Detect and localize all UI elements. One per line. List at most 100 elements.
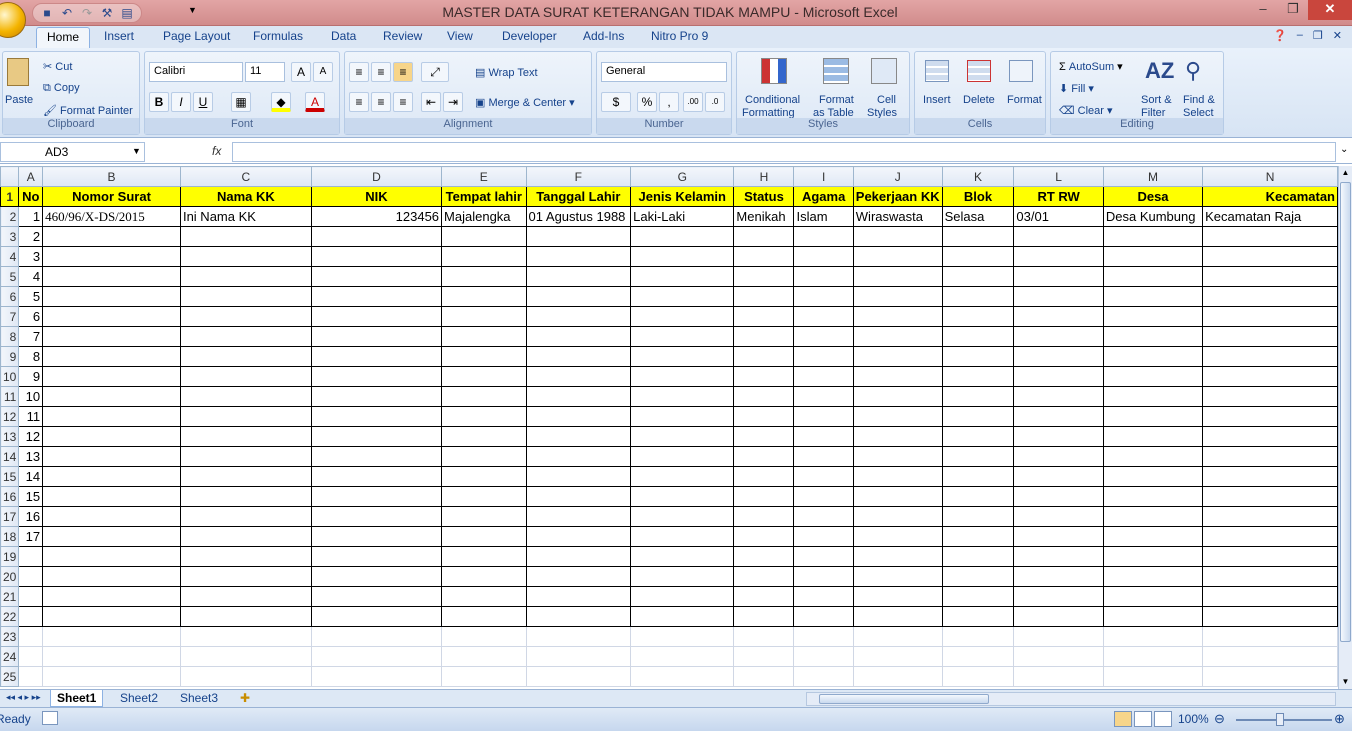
tab-insert[interactable]: Insert [104, 29, 134, 43]
delete-cells-icon[interactable] [967, 60, 991, 82]
horizontal-scrollbar[interactable] [806, 692, 1336, 706]
cell[interactable]: Kecamatan Raja [1202, 206, 1338, 227]
cell[interactable] [941, 326, 1015, 347]
name-box[interactable]: AD3 [0, 142, 145, 162]
cell[interactable] [179, 346, 312, 367]
cell[interactable] [42, 666, 181, 687]
cell[interactable] [793, 306, 854, 327]
cell[interactable] [793, 646, 854, 667]
cell[interactable] [310, 606, 443, 627]
copy-button[interactable]: Copy [54, 82, 80, 94]
cell[interactable] [852, 286, 943, 307]
cell[interactable] [1102, 606, 1204, 627]
scroll-thumb[interactable] [1340, 182, 1351, 642]
cell[interactable] [310, 286, 443, 307]
row-header[interactable]: 20 [0, 566, 20, 587]
cell[interactable] [525, 606, 632, 627]
cell[interactable] [441, 626, 527, 647]
cell[interactable] [310, 246, 443, 267]
cell[interactable] [310, 566, 443, 587]
cell[interactable] [525, 446, 632, 467]
cell[interactable] [852, 546, 943, 567]
percent-icon[interactable]: % [637, 92, 657, 112]
cell[interactable] [733, 286, 795, 307]
cell[interactable] [793, 586, 854, 607]
cell[interactable]: Tempat lahir [441, 186, 527, 207]
cell[interactable] [630, 246, 735, 267]
cell[interactable] [179, 626, 312, 647]
cell[interactable] [630, 326, 735, 347]
row-header[interactable]: 18 [0, 526, 20, 547]
column-header-m[interactable]: M [1102, 166, 1204, 187]
cell[interactable] [42, 606, 181, 627]
row-header[interactable]: 6 [0, 286, 20, 307]
cell[interactable] [733, 506, 795, 527]
cell[interactable] [42, 406, 181, 427]
cell[interactable]: Desa [1102, 186, 1204, 207]
cell[interactable] [852, 306, 943, 327]
cell[interactable] [1013, 446, 1104, 467]
cell[interactable] [179, 546, 312, 567]
cell[interactable] [1102, 506, 1204, 527]
cell[interactable] [42, 446, 181, 467]
row-header[interactable]: 10 [0, 366, 20, 387]
cell[interactable]: 01 Agustus 1988 [525, 206, 632, 227]
cell[interactable]: Menikah [733, 206, 795, 227]
cell[interactable] [1102, 666, 1204, 687]
cell[interactable] [310, 326, 443, 347]
cell[interactable] [1202, 406, 1338, 427]
cell[interactable] [179, 366, 312, 387]
cell[interactable] [1013, 506, 1104, 527]
cell[interactable] [42, 226, 181, 247]
cell[interactable]: 14 [18, 466, 44, 487]
cell[interactable] [733, 406, 795, 427]
cell[interactable] [441, 586, 527, 607]
cell[interactable] [1202, 266, 1338, 287]
cell[interactable] [941, 466, 1015, 487]
cell[interactable] [852, 366, 943, 387]
sheet-tab-1[interactable]: Sheet1 [50, 690, 104, 707]
cell-styles-button[interactable]: Cell [877, 94, 896, 106]
cell[interactable] [733, 666, 795, 687]
cell[interactable] [1202, 246, 1338, 267]
cell[interactable] [733, 306, 795, 327]
cell[interactable] [42, 506, 181, 527]
font-color-icon[interactable]: A [305, 92, 325, 112]
cell[interactable] [179, 326, 312, 347]
cell[interactable] [42, 626, 181, 647]
cell[interactable] [793, 346, 854, 367]
zoom-level[interactable]: 100% [1178, 712, 1209, 726]
close-button[interactable]: ✕ [1308, 0, 1352, 20]
italic-icon[interactable]: I [171, 92, 191, 112]
cell[interactable] [793, 626, 854, 647]
macro-record-icon[interactable] [42, 711, 58, 725]
cell[interactable] [941, 406, 1015, 427]
bold-icon[interactable]: B [149, 92, 169, 112]
column-header-d[interactable]: D [310, 166, 443, 187]
cell[interactable] [179, 426, 312, 447]
cell[interactable] [1013, 646, 1104, 667]
cell[interactable]: 123456 [310, 206, 443, 227]
cell[interactable] [630, 606, 735, 627]
cell[interactable] [941, 226, 1015, 247]
cell[interactable] [179, 406, 312, 427]
format-as-table-icon[interactable] [823, 58, 849, 84]
zoom-slider-thumb[interactable] [1276, 713, 1284, 726]
cell[interactable] [441, 606, 527, 627]
cell[interactable] [1013, 566, 1104, 587]
cell[interactable]: 1 [18, 206, 44, 227]
cell[interactable]: 4 [18, 266, 44, 287]
cell[interactable] [525, 586, 632, 607]
cell[interactable] [441, 406, 527, 427]
cell[interactable] [1102, 366, 1204, 387]
cell[interactable]: 7 [18, 326, 44, 347]
cell[interactable] [630, 486, 735, 507]
cell[interactable] [733, 226, 795, 247]
cell[interactable] [1013, 426, 1104, 447]
cell[interactable] [1202, 366, 1338, 387]
cell[interactable]: Kecamatan [1202, 186, 1338, 207]
cell[interactable] [1013, 246, 1104, 267]
cell[interactable] [852, 486, 943, 507]
cell[interactable] [42, 586, 181, 607]
row-header[interactable]: 3 [0, 226, 20, 247]
